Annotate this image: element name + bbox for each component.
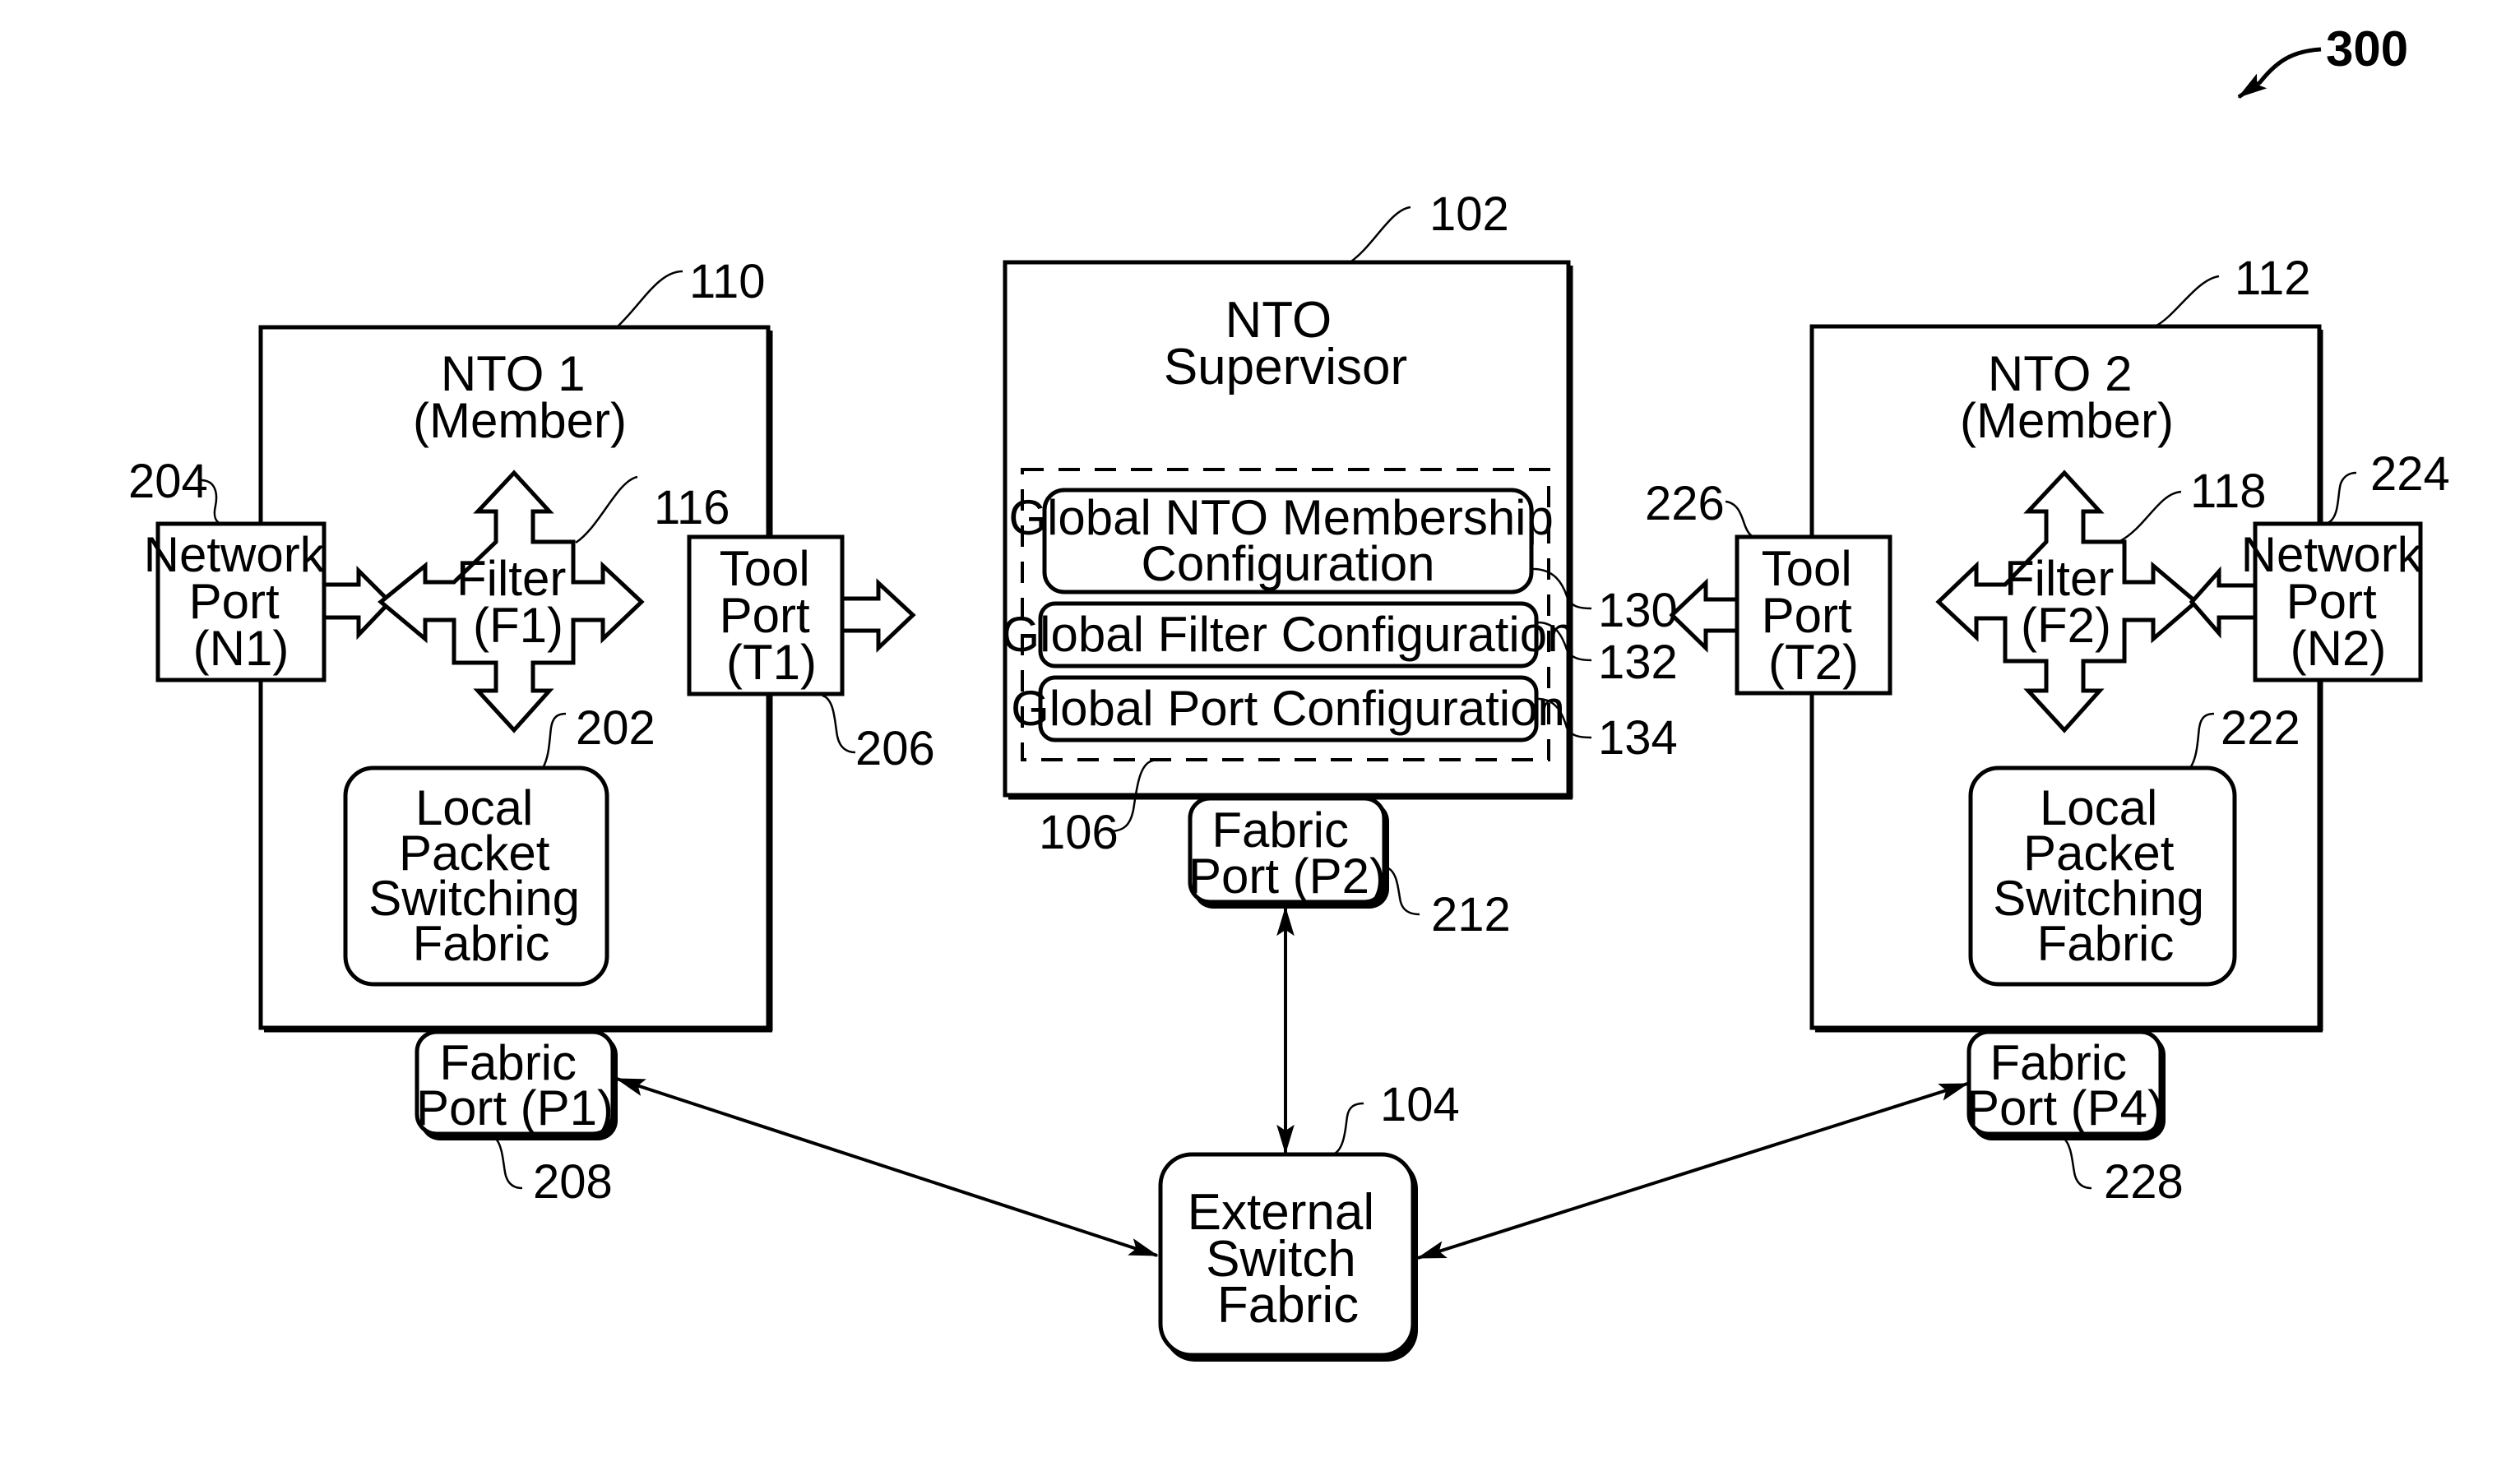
nto2-title: NTO 2 (Member) bbox=[1960, 346, 2174, 448]
global-port-config-label: Global Port Configuration bbox=[1011, 681, 1565, 736]
p1-ref: 208 bbox=[533, 1155, 613, 1209]
filter-f1-label: Filter (F1) bbox=[456, 551, 580, 653]
local-fabric-1-ref: 202 bbox=[576, 701, 655, 755]
p2-leader-line bbox=[1386, 866, 1420, 916]
p2-ref: 212 bbox=[1431, 888, 1511, 941]
external-switch-fabric-group: 104 External Switch Fabric bbox=[1158, 1078, 1460, 1362]
t2-arrow-icon bbox=[1669, 578, 1743, 653]
network-tool-optimizer-diagram: 300 110 NTO 1 (Member) 204 Network Port … bbox=[128, 21, 2450, 1362]
nto2-member: 112 NTO 2 (Member) 226 Tool Port (T2) 11… bbox=[1645, 252, 2450, 1209]
external-switch-ref: 104 bbox=[1380, 1078, 1460, 1131]
fabric-port-p4-label: Fabric Port (P4) bbox=[1966, 1035, 2164, 1136]
t1-arrow-icon bbox=[836, 578, 916, 653]
config-group-ref: 106 bbox=[1039, 806, 1119, 859]
t2-leader-line bbox=[1725, 500, 1757, 539]
port-config-ref: 134 bbox=[1598, 711, 1678, 765]
t2-ref: 226 bbox=[1645, 477, 1725, 530]
external-switch-leader-line bbox=[1332, 1102, 1364, 1156]
nto-supervisor: 102 NTO Supervisor Global NTO Membership… bbox=[1001, 187, 1677, 941]
filter-f2-label: Filter (F2) bbox=[2004, 551, 2128, 653]
fabric-port-p1-label: Fabric Port (P1) bbox=[416, 1035, 614, 1136]
link-p4-external-switch[interactable] bbox=[1416, 1082, 1969, 1260]
n2-leader-line bbox=[2327, 471, 2357, 525]
p1-leader-line bbox=[494, 1138, 523, 1190]
t1-ref: 206 bbox=[855, 722, 935, 775]
figure-ref-label: 300 bbox=[2326, 21, 2408, 76]
link-p1-external-switch[interactable] bbox=[615, 1077, 1159, 1257]
f1-ref: 116 bbox=[654, 481, 730, 534]
global-filter-config-label: Global Filter Configuration bbox=[1001, 607, 1574, 662]
figure-reference: 300 bbox=[2237, 21, 2408, 99]
membership-config-ref: 130 bbox=[1598, 584, 1678, 637]
supervisor-leader-line bbox=[1348, 206, 1411, 265]
filter-config-ref: 132 bbox=[1598, 636, 1678, 689]
n1-ref: 204 bbox=[128, 455, 208, 508]
nto1-ref: 110 bbox=[689, 255, 765, 308]
fabric-port-p2-label: Fabric Port (P2) bbox=[1188, 803, 1386, 904]
n2-ref: 224 bbox=[2370, 447, 2450, 501]
t1-leader-line bbox=[822, 694, 856, 754]
nto2-leader-line bbox=[2154, 275, 2220, 328]
f2-ref: 118 bbox=[2190, 465, 2266, 518]
nto1-leader-line bbox=[616, 270, 683, 328]
nto1-title: NTO 1 (Member) bbox=[413, 346, 627, 448]
tool-port-t2-label: Tool Port (T2) bbox=[1762, 541, 1866, 690]
local-fabric-2-ref: 222 bbox=[2221, 701, 2300, 755]
p4-ref: 228 bbox=[2104, 1155, 2184, 1209]
p4-leader-line bbox=[2064, 1138, 2092, 1190]
figure-ref-arrow-icon bbox=[2237, 47, 2322, 99]
tool-port-t1-label: Tool Port (T1) bbox=[720, 541, 824, 690]
supervisor-ref: 102 bbox=[1429, 187, 1509, 241]
nto1-member: 110 NTO 1 (Member) 204 Network Port (N1)… bbox=[128, 255, 935, 1209]
external-switch-label: External Switch Fabric bbox=[1188, 1184, 1389, 1334]
nto2-ref: 112 bbox=[2235, 252, 2310, 305]
